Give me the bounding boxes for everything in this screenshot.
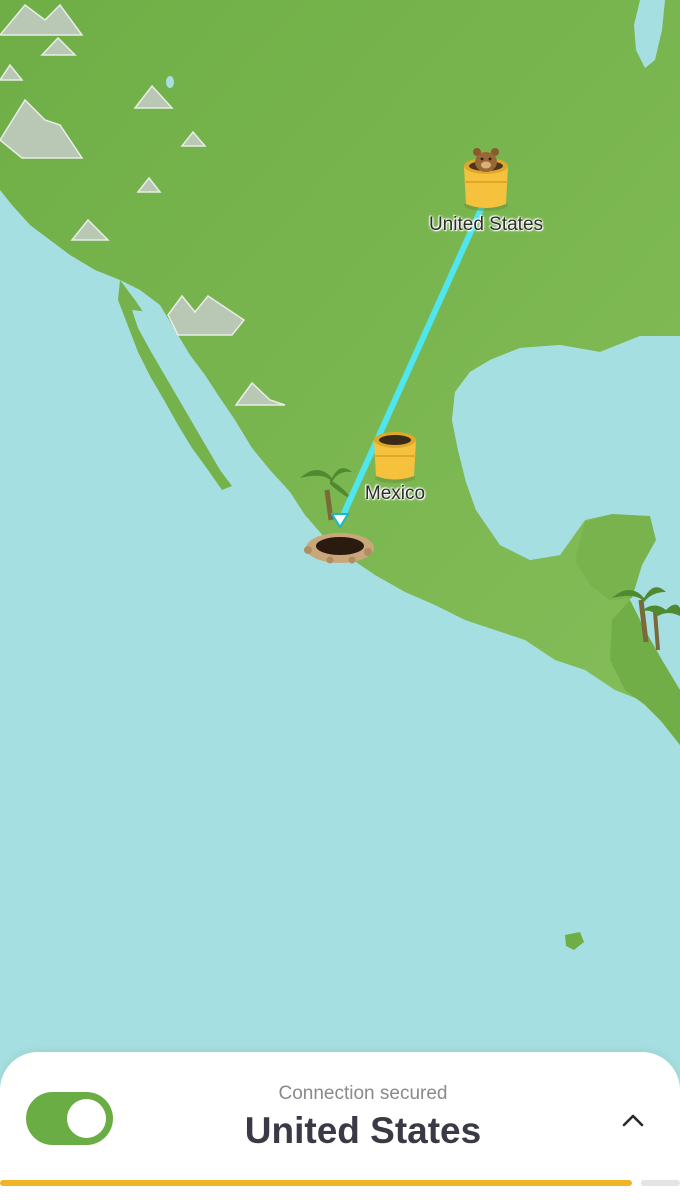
origin-marker[interactable] [374,432,416,483]
progress-remaining [641,1180,680,1186]
connection-status: Connection secured [278,1083,448,1104]
small-lake [166,76,174,88]
connected-location[interactable]: United States [0,1110,680,1152]
app-screen: United States Mexico Connection secured … [0,0,680,1200]
connection-panel: Connection secured United States [0,1052,680,1200]
world-map[interactable] [0,0,680,1200]
progress-fill [0,1180,632,1186]
origin-label: Mexico [364,483,426,504]
destination-label: United States [428,214,544,235]
expand-button[interactable] [612,1102,654,1138]
chevron-up-icon [622,1114,644,1127]
connection-progress [0,1180,680,1186]
